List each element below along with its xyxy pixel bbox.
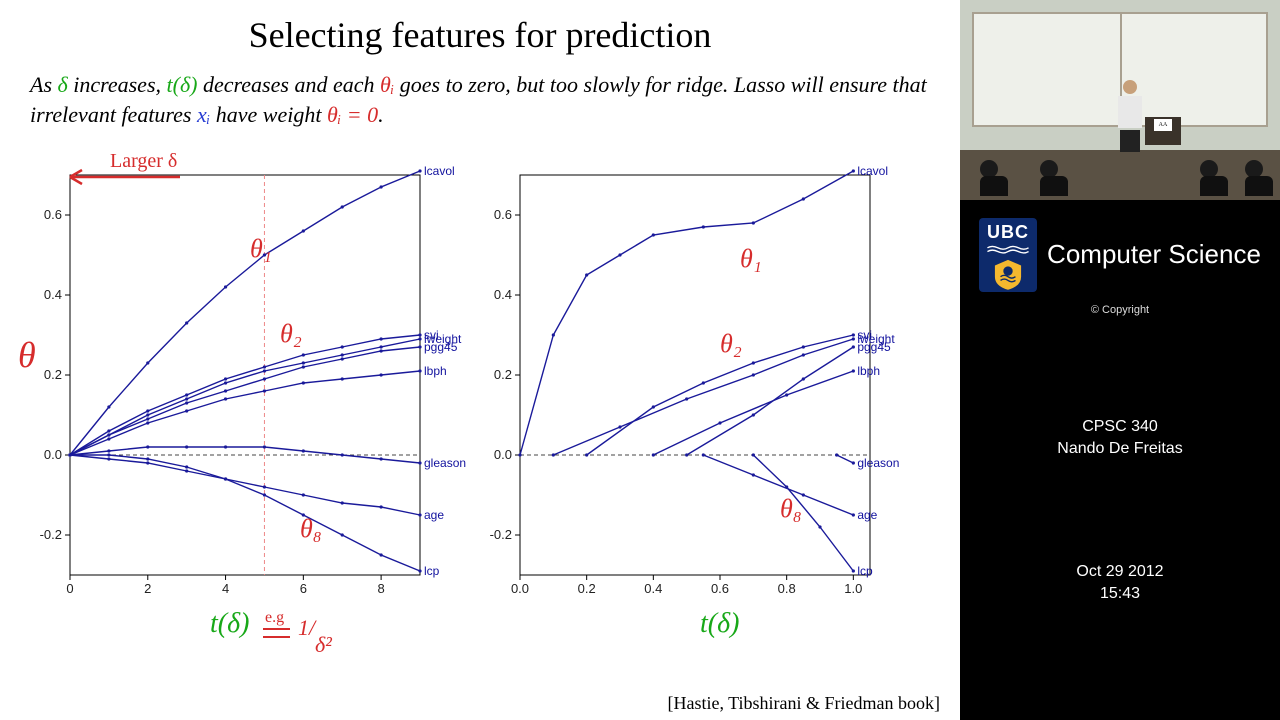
svg-text:lcavol: lcavol — [857, 164, 888, 178]
svg-text:0.4: 0.4 — [44, 287, 62, 302]
theta2-label-right: θ₂ — [720, 329, 742, 358]
datetime: Oct 29 2012 15:43 — [960, 561, 1280, 606]
audience-member — [980, 160, 1008, 198]
copyright: © Copyright — [960, 304, 1280, 316]
svg-text:age: age — [424, 508, 444, 522]
svg-text:lcavol: lcavol — [424, 164, 455, 178]
department-name: Computer Science — [1047, 240, 1261, 270]
course-info: CPSC 340 Nando De Freitas — [960, 416, 1280, 461]
coefficient-path-charts: -0.20.00.20.40.602468lcavolsvilweightpgg… — [0, 137, 960, 677]
svg-text:lcp: lcp — [857, 564, 873, 578]
svg-text:δ²: δ² — [315, 632, 332, 657]
x-axis-label-right: t(δ) — [700, 608, 739, 639]
time: 15:43 — [960, 583, 1280, 605]
svg-text:lcp: lcp — [424, 564, 440, 578]
svg-text:0.4: 0.4 — [494, 287, 512, 302]
svg-text:0.8: 0.8 — [778, 581, 796, 596]
svg-text:0.0: 0.0 — [494, 447, 512, 462]
instructor-name: Nando De Freitas — [960, 438, 1280, 460]
svg-text:0: 0 — [66, 581, 73, 596]
podium: AA — [1145, 117, 1181, 145]
svg-text:gleason: gleason — [424, 456, 466, 470]
lecture-video-thumbnail: AA — [960, 0, 1280, 200]
date: Oct 29 2012 — [960, 561, 1280, 583]
audience-member — [1040, 160, 1068, 198]
lecturer — [1115, 80, 1145, 150]
svg-text:0.6: 0.6 — [494, 207, 512, 222]
svg-text:0.2: 0.2 — [494, 367, 512, 382]
example-annotation: e.g 1/ δ² — [263, 609, 332, 657]
svg-text:4: 4 — [222, 581, 229, 596]
plot-area: -0.20.00.20.40.602468lcavolsvilweightpgg… — [0, 137, 960, 677]
larger-delta-annotation: Larger δ — [70, 150, 180, 184]
theta8-label-right: θ₈ — [780, 494, 802, 523]
svg-text:-0.2: -0.2 — [40, 527, 62, 542]
theta1-label-right: θ₁ — [740, 244, 762, 273]
svg-text:0.6: 0.6 — [711, 581, 729, 596]
svg-text:age: age — [857, 508, 877, 522]
svg-text:8: 8 — [377, 581, 384, 596]
svg-text:gleason: gleason — [857, 456, 899, 470]
svg-text:0.0: 0.0 — [511, 581, 529, 596]
svg-text:lbph: lbph — [857, 364, 880, 378]
svg-text:Larger δ: Larger δ — [110, 150, 177, 172]
svg-text:-0.2: -0.2 — [490, 527, 512, 542]
slide-subtitle: As δ increases, t(δ) decreases and each … — [30, 70, 930, 129]
course-code: CPSC 340 — [960, 416, 1280, 438]
sidebar: AA UBC Computer Science © Copyright CPSC… — [960, 0, 1280, 720]
ubc-logo: UBC — [979, 218, 1037, 292]
svg-text:6: 6 — [300, 581, 307, 596]
department-banner: UBC Computer Science — [960, 200, 1280, 298]
svg-text:0.2: 0.2 — [578, 581, 596, 596]
slide-title: Selecting features for prediction — [0, 14, 960, 56]
svg-text:lbph: lbph — [424, 364, 447, 378]
ridge-chart: -0.20.00.20.40.602468lcavolsvilweightpgg… — [40, 164, 466, 596]
y-axis-label: θ — [18, 335, 36, 375]
lasso-chart: -0.2 0.0 0.2 0.4 0.6 0.0 0.2 0.4 0.6 0.8 1.0 lcavol… — [490, 164, 900, 596]
svg-text:e.g: e.g — [265, 609, 284, 626]
theta1-label-left: θ₁ — [250, 234, 272, 263]
citation: [Hastie, Tibshirani & Friedman book] — [668, 693, 941, 714]
theta8-label-left: θ₈ — [300, 514, 322, 543]
svg-text:pgg45: pgg45 — [857, 340, 891, 354]
svg-text:0.0: 0.0 — [44, 447, 62, 462]
svg-text:2: 2 — [144, 581, 151, 596]
svg-text:0.6: 0.6 — [44, 207, 62, 222]
presentation-slide: Selecting features for prediction As δ i… — [0, 0, 960, 720]
svg-text:0.4: 0.4 — [644, 581, 662, 596]
theta2-label-left: θ₂ — [280, 319, 302, 348]
x-axis-label-left: t(δ) — [210, 608, 249, 639]
svg-text:1.0: 1.0 — [844, 581, 862, 596]
svg-text:pgg45: pgg45 — [424, 340, 458, 354]
audience-member — [1245, 160, 1273, 198]
audience-member — [1200, 160, 1228, 198]
svg-text:0.2: 0.2 — [44, 367, 62, 382]
